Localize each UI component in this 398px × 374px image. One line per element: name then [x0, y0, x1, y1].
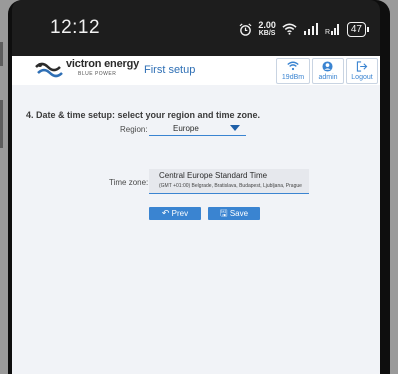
victron-logo: victron energy BLUE POWER	[34, 57, 144, 83]
timezone-detail: (GMT +01:00) Belgrade, Bratislava, Budap…	[159, 183, 302, 189]
save-icon: 🖫	[219, 208, 228, 218]
victron-logo-icon	[35, 62, 63, 78]
timezone-select[interactable]: Central Europe Standard Time (GMT +01:00…	[149, 169, 309, 194]
logout-label: Logout	[351, 74, 373, 81]
timezone-value: Central Europe Standard Time	[159, 171, 268, 180]
wifi-signal-button[interactable]: 19dBm	[276, 58, 310, 84]
prev-label: Prev	[171, 209, 189, 218]
status-bar: 12:12 2.00 KB/S R 47	[12, 0, 380, 56]
status-icons: 2.00 KB/S R 47	[239, 19, 370, 39]
step-title: 4. Date & time setup: select your region…	[26, 110, 261, 120]
battery-icon: 47	[346, 21, 370, 37]
speed-unit: KB/S	[258, 30, 276, 37]
wifi-strength-label: 19dBm	[281, 74, 305, 81]
prev-button[interactable]: ↶ Prev	[149, 207, 201, 220]
signal-r-icon: R	[325, 24, 339, 35]
side-button	[0, 100, 3, 148]
svg-text:R: R	[325, 29, 330, 35]
region-value: Europe	[173, 124, 199, 133]
region-label: Region:	[120, 125, 148, 134]
admin-button[interactable]: admin	[312, 58, 344, 84]
clock: 12:12	[50, 17, 101, 38]
app-header: victron energy BLUE POWER First setup 19…	[12, 56, 380, 86]
save-button[interactable]: 🖫 Save	[208, 207, 260, 220]
speed-value: 2.00	[258, 20, 276, 30]
network-speed: 2.00 KB/S	[258, 20, 276, 38]
logo-text: victron energy	[66, 58, 140, 70]
wifi-icon	[282, 23, 297, 35]
save-label: Save	[229, 209, 249, 218]
user-icon	[322, 61, 333, 72]
timezone-label: Time zone:	[109, 178, 149, 187]
undo-icon: ↶	[161, 208, 170, 218]
phone-frame: 12:12 2.00 KB/S R 47 victron energy BLUE…	[0, 0, 398, 374]
page-title: First setup	[144, 64, 196, 76]
region-select[interactable]: Europe	[149, 122, 246, 136]
volume-button	[0, 42, 3, 66]
logo-subtitle: BLUE POWER	[78, 71, 117, 77]
alarm-icon	[239, 22, 252, 36]
web-page: victron energy BLUE POWER First setup 19…	[12, 56, 380, 374]
phone-screen: 12:12 2.00 KB/S R 47 victron energy BLUE…	[12, 0, 380, 374]
logout-icon	[356, 61, 368, 72]
signal-icon	[303, 23, 318, 35]
admin-label: admin	[318, 74, 338, 81]
logout-button[interactable]: Logout	[346, 58, 378, 84]
chevron-down-icon	[230, 125, 240, 131]
wifi-icon	[287, 61, 299, 71]
setup-content: 4. Date & time setup: select your region…	[12, 85, 380, 374]
